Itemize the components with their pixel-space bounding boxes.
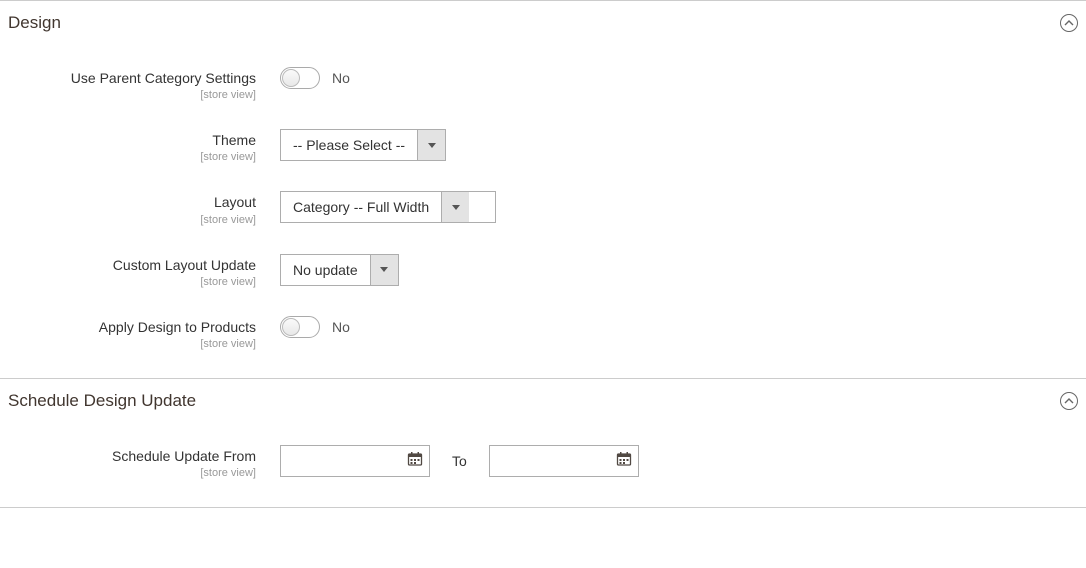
schedule-to-input[interactable] xyxy=(498,453,616,469)
field-label: Custom Layout Update xyxy=(8,256,256,274)
chevron-down-icon xyxy=(370,255,398,285)
apply-to-products-toggle[interactable] xyxy=(280,316,320,338)
field-label: Schedule Update From xyxy=(8,447,256,465)
field-label-col: Apply Design to Products [store view] xyxy=(8,316,280,350)
field-layout: Layout [store view] Category -- Full Wid… xyxy=(8,191,1078,225)
section-schedule-header[interactable]: Schedule Design Update xyxy=(0,379,1086,423)
field-label-col: Use Parent Category Settings [store view… xyxy=(8,67,280,101)
custom-layout-update-select[interactable]: No update xyxy=(280,254,399,286)
field-scope: [store view] xyxy=(8,338,256,350)
section-schedule-body: Schedule Update From [store view] xyxy=(0,423,1086,508)
field-use-parent-category: Use Parent Category Settings [store view… xyxy=(8,67,1078,101)
field-schedule-update-from: Schedule Update From [store view] xyxy=(8,445,1078,479)
field-scope: [store view] xyxy=(8,467,256,479)
toggle-knob xyxy=(282,69,300,87)
schedule-from-date xyxy=(280,445,430,477)
field-control: No xyxy=(280,67,350,89)
field-scope: [store view] xyxy=(8,151,256,163)
field-label: Layout xyxy=(8,193,256,211)
chevron-down-icon xyxy=(441,192,469,222)
chevron-up-icon xyxy=(1060,392,1078,410)
field-label-col: Schedule Update From [store view] xyxy=(8,445,280,479)
chevron-up-icon xyxy=(1060,14,1078,32)
field-control: To xyxy=(280,445,639,477)
field-custom-layout-update: Custom Layout Update [store view] No upd… xyxy=(8,254,1078,288)
field-label: Use Parent Category Settings xyxy=(8,69,256,87)
schedule-to-date xyxy=(489,445,639,477)
section-design-title: Design xyxy=(8,13,61,33)
field-control: No update xyxy=(280,254,399,286)
layout-select[interactable]: Category -- Full Width xyxy=(280,191,496,223)
field-label: Theme xyxy=(8,131,256,149)
section-design: Design Use Parent Category Settings [sto… xyxy=(0,0,1086,378)
field-scope: [store view] xyxy=(8,276,256,288)
field-label-col: Custom Layout Update [store view] xyxy=(8,254,280,288)
field-theme: Theme [store view] -- Please Select -- xyxy=(8,129,1078,163)
chevron-down-icon xyxy=(417,130,445,160)
field-control: Category -- Full Width xyxy=(280,191,496,223)
field-label-col: Layout [store view] xyxy=(8,191,280,225)
schedule-to-label: To xyxy=(452,453,467,469)
toggle-knob xyxy=(282,318,300,336)
field-control: -- Please Select -- xyxy=(280,129,446,161)
field-scope: [store view] xyxy=(8,89,256,101)
calendar-icon[interactable] xyxy=(407,451,423,470)
toggle-value-text: No xyxy=(332,319,350,335)
section-schedule-design-update: Schedule Design Update Schedule Update F… xyxy=(0,378,1086,508)
field-label-col: Theme [store view] xyxy=(8,129,280,163)
field-control: No xyxy=(280,316,350,338)
schedule-from-input[interactable] xyxy=(289,453,407,469)
calendar-icon[interactable] xyxy=(616,451,632,470)
use-parent-toggle[interactable] xyxy=(280,67,320,89)
section-design-body: Use Parent Category Settings [store view… xyxy=(0,45,1086,378)
select-value: Category -- Full Width xyxy=(281,192,441,222)
section-schedule-title: Schedule Design Update xyxy=(8,391,196,411)
field-label: Apply Design to Products xyxy=(8,318,256,336)
select-value: No update xyxy=(281,255,370,285)
field-apply-design-to-products: Apply Design to Products [store view] No xyxy=(8,316,1078,350)
field-scope: [store view] xyxy=(8,214,256,226)
section-design-header[interactable]: Design xyxy=(0,1,1086,45)
toggle-value-text: No xyxy=(332,70,350,86)
theme-select[interactable]: -- Please Select -- xyxy=(280,129,446,161)
select-value: -- Please Select -- xyxy=(281,130,417,160)
